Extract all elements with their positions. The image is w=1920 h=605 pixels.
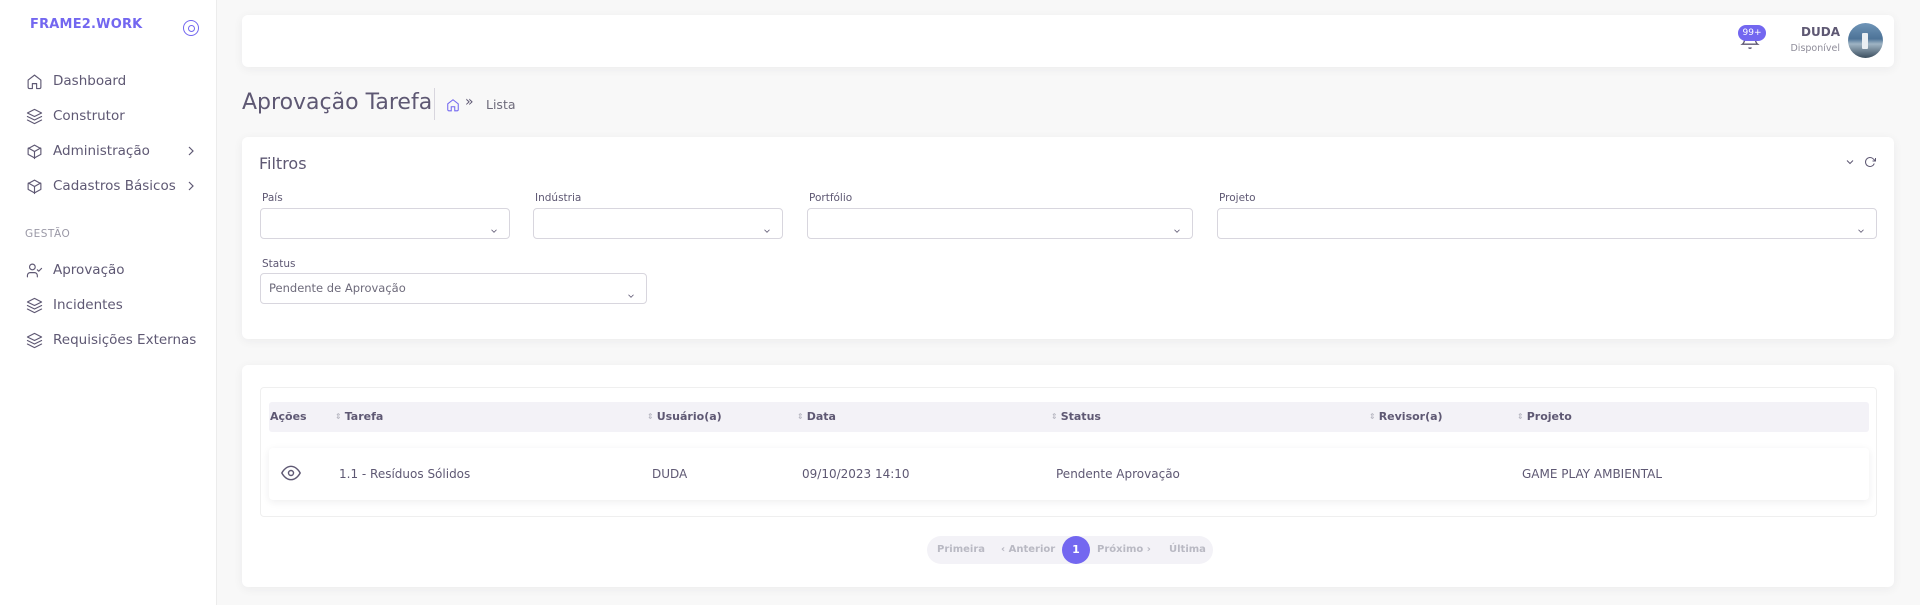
pais-select[interactable]	[260, 208, 510, 239]
pagination-next[interactable]: Próximo ›	[1097, 544, 1151, 555]
collapse-icon[interactable]	[1844, 153, 1856, 172]
sidebar-item-aprovacao[interactable]: Aprovação	[25, 259, 125, 281]
projeto-select[interactable]	[1217, 208, 1877, 239]
package-icon	[25, 142, 43, 160]
home-icon[interactable]	[446, 97, 460, 112]
chevron-down-icon	[626, 283, 636, 298]
layers-icon	[25, 107, 43, 125]
page-title: Aprovação Tarefa	[242, 90, 433, 115]
avatar[interactable]	[1848, 23, 1883, 58]
sort-icon: ⇕	[797, 411, 804, 421]
status-value: Pendente de Aprovação	[269, 281, 406, 295]
sidebar-item-requisicoes-externas[interactable]: Requisições Externas	[25, 329, 196, 351]
column-label: Ações	[270, 410, 307, 423]
column-header-revisor[interactable]: ⇕ Revisor(a)	[1369, 410, 1443, 423]
pagination-last[interactable]: Última	[1169, 544, 1206, 555]
sidebar-item-label: Construtor	[53, 108, 125, 124]
column-header-projeto[interactable]: ⇕ Projeto	[1517, 410, 1572, 423]
sidebar-item-label: Aprovação	[53, 262, 125, 278]
sidebar-item-label: Requisições Externas	[53, 332, 197, 348]
chevron-down-icon	[1856, 218, 1866, 233]
refresh-icon[interactable]	[1864, 153, 1876, 172]
column-header-tarefa[interactable]: ⇕ Tarefa	[335, 410, 383, 423]
sort-icon: ⇕	[335, 411, 342, 421]
column-header-data[interactable]: ⇕ Data	[797, 410, 836, 423]
cell-usuario: DUDA	[652, 467, 688, 481]
column-label: Tarefa	[344, 410, 384, 423]
chevron-down-icon	[762, 218, 772, 233]
user-name[interactable]: DUDA	[1801, 25, 1840, 39]
breadcrumb-current: Lista	[486, 97, 516, 112]
column-label: Revisor(a)	[1378, 410, 1443, 423]
sort-icon: ⇕	[1369, 411, 1376, 421]
layers-icon	[25, 331, 43, 349]
home-icon	[25, 72, 43, 90]
title-divider	[434, 88, 435, 120]
breadcrumb-separator: »	[465, 94, 474, 110]
table-header: Ações ⇕ Tarefa ⇕ Usuário(a) ⇕ Data ⇕ Status …	[269, 402, 1869, 432]
cell-data: 09/10/2023 14:10	[802, 467, 910, 481]
sort-icon: ⇕	[647, 411, 654, 421]
status-label: Status	[262, 258, 296, 270]
chevron-down-icon	[1172, 218, 1182, 233]
pagination-first[interactable]: Primeira	[937, 544, 985, 555]
view-eye-icon[interactable]	[281, 463, 301, 483]
package-icon	[25, 177, 43, 195]
user-check-icon	[25, 261, 43, 279]
results-card: Ações ⇕ Tarefa ⇕ Usuário(a) ⇕ Data ⇕ Status …	[242, 365, 1894, 587]
sidebar: FRAME2.WORK Dashboard Construtor Adminis…	[0, 0, 217, 605]
column-label: Usuário(a)	[656, 410, 722, 423]
section-title-gestao: GESTÃO	[25, 228, 71, 240]
layers-icon	[25, 296, 43, 314]
chevron-down-icon	[489, 218, 499, 233]
sidebar-item-label: Incidentes	[53, 297, 123, 313]
filters-title: Filtros	[259, 154, 307, 173]
sidebar-item-label: Dashboard	[53, 73, 127, 89]
pagination-page-1[interactable]: 1	[1062, 536, 1090, 564]
sidebar-toggle-icon[interactable]	[183, 20, 199, 36]
sidebar-item-cadastros-basicos[interactable]: Cadastros Básicos	[25, 175, 194, 197]
column-label: Data	[806, 410, 836, 423]
sidebar-item-dashboard[interactable]: Dashboard	[25, 70, 126, 92]
cell-projeto: GAME PLAY AMBIENTAL	[1522, 467, 1663, 481]
sidebar-item-label: Administração	[53, 143, 150, 159]
industria-label: Indústria	[535, 192, 582, 204]
table-row: 1.1 - Resíduos Sólidos DUDA 09/10/2023 1…	[269, 448, 1869, 500]
cell-status: Pendente Aprovação	[1056, 467, 1180, 481]
sidebar-item-label: Cadastros Básicos	[53, 178, 176, 194]
chevron-right-icon	[183, 143, 199, 159]
results-table: Ações ⇕ Tarefa ⇕ Usuário(a) ⇕ Data ⇕ Status …	[260, 387, 1877, 517]
user-status: Disponível	[1790, 43, 1840, 54]
sort-icon: ⇕	[1517, 411, 1524, 421]
sidebar-item-incidentes[interactable]: Incidentes	[25, 294, 123, 316]
cell-tarefa: 1.1 - Resíduos Sólidos	[339, 467, 471, 481]
filters-card: Filtros País Indústria Portfólio Projeto…	[242, 137, 1894, 339]
chevron-right-icon	[183, 178, 199, 194]
column-label: Projeto	[1526, 410, 1572, 423]
pagination: Primeira ‹ Anterior 1 Próximo › Última	[927, 536, 1213, 564]
sort-icon: ⇕	[1051, 411, 1058, 421]
top-navbar	[242, 15, 1894, 67]
status-select[interactable]: Pendente de Aprovação	[260, 273, 647, 304]
sidebar-item-administracao[interactable]: Administração	[25, 140, 194, 162]
column-header-usuario[interactable]: ⇕ Usuário(a)	[647, 410, 722, 423]
column-label: Status	[1060, 410, 1101, 423]
portfolio-label: Portfólio	[809, 192, 853, 204]
pais-label: País	[262, 192, 283, 204]
notification-badge[interactable]: 99+	[1738, 25, 1766, 41]
sidebar-item-construtor[interactable]: Construtor	[25, 105, 125, 127]
projeto-label: Projeto	[1219, 192, 1256, 204]
industria-select[interactable]	[533, 208, 783, 239]
pagination-prev[interactable]: ‹ Anterior	[1001, 544, 1055, 555]
brand-logo[interactable]: FRAME2.WORK	[30, 17, 142, 32]
card-tools	[1844, 153, 1876, 172]
column-header-acoes: Ações	[270, 410, 307, 423]
column-header-status[interactable]: ⇕ Status	[1051, 410, 1101, 423]
portfolio-select[interactable]	[807, 208, 1193, 239]
